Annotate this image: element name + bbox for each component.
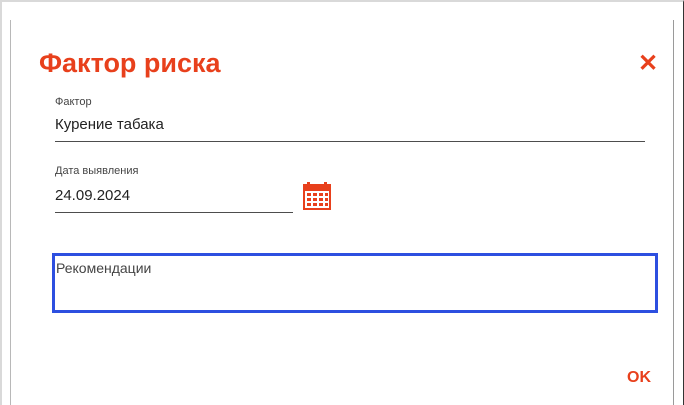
recommendations-field[interactable]: Рекомендации bbox=[52, 253, 658, 313]
ok-button[interactable]: OK bbox=[627, 369, 651, 387]
factor-underline bbox=[55, 141, 645, 142]
date-field[interactable]: 24.09.2024 bbox=[55, 187, 130, 204]
date-label: Дата выявления bbox=[55, 165, 139, 177]
date-underline bbox=[55, 212, 293, 213]
calendar-icon[interactable] bbox=[303, 181, 331, 211]
factor-field[interactable]: Курение табака bbox=[55, 116, 164, 133]
close-icon[interactable]: ✕ bbox=[636, 52, 660, 76]
factor-label: Фактор bbox=[55, 96, 92, 108]
recommendations-placeholder: Рекомендации bbox=[56, 260, 152, 276]
dialog-title: Фактор риска bbox=[39, 48, 221, 78]
risk-factor-dialog: Фактор риска ✕ Фактор Курение табака Дат… bbox=[10, 20, 674, 405]
